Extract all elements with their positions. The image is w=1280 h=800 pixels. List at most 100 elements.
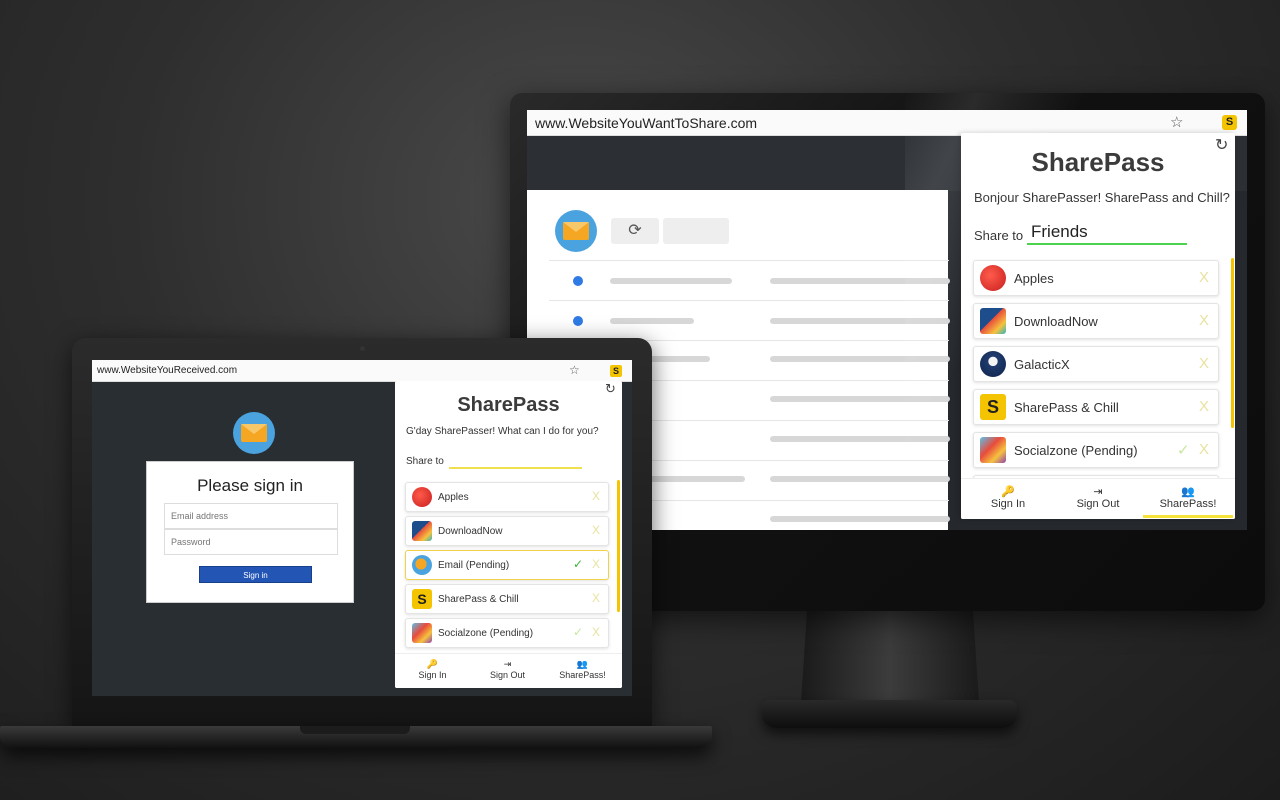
share-item-label: SharePass & Chill — [438, 594, 519, 605]
nav-sign-out[interactable]: ⇥ Sign Out — [470, 654, 545, 680]
key-icon: 🔑 — [426, 659, 439, 669]
sharepass-popup: ↻ SharePass G'day SharePasser! What can … — [395, 381, 622, 688]
list-divider — [549, 260, 949, 261]
greeting-text: G'day SharePasser! What can I do for you… — [406, 426, 599, 437]
share-item-label: GalacticX — [1014, 357, 1070, 372]
refresh-button[interactable]: ⟳ — [611, 218, 659, 244]
nav-label: SharePass! — [559, 670, 606, 680]
share-to-label: Share to — [974, 228, 1024, 243]
sharepass-logo-icon: S — [412, 589, 432, 609]
share-item-label: Apples — [438, 492, 469, 503]
nav-sign-out[interactable]: ⇥ Sign Out — [1053, 479, 1143, 510]
share-item-label: Apples — [1014, 271, 1054, 286]
toolbar-button-placeholder[interactable] — [663, 218, 729, 244]
unread-dot-icon — [573, 316, 583, 326]
email-field[interactable] — [164, 503, 338, 529]
greeting-text: Bonjour SharePasser! SharePass and Chill… — [974, 190, 1230, 205]
mail-logo-icon — [233, 412, 275, 454]
share-item[interactable]: Socialzone (Pending) ✓ X — [973, 432, 1219, 468]
bookmark-star-icon[interactable]: ☆ — [1170, 113, 1183, 131]
list-divider — [549, 300, 949, 301]
apple-icon — [980, 265, 1006, 291]
bookmark-star-icon[interactable]: ☆ — [569, 363, 580, 377]
popup-bottom-nav: 🔑 Sign In ⇥ Sign Out 👥 SharePass! — [961, 478, 1235, 519]
accept-check-icon[interactable]: ✓ — [1177, 441, 1190, 459]
remove-x-icon[interactable]: X — [1199, 398, 1209, 415]
nav-sharepass[interactable]: 👥 SharePass! — [545, 654, 620, 680]
sharepass-logo-icon: S — [980, 394, 1006, 420]
accept-check-icon[interactable]: ✓ — [573, 557, 583, 571]
sign-in-button[interactable]: Sign in — [199, 566, 312, 583]
sign-out-icon: ⇥ — [503, 659, 512, 669]
laptop-screen: www.WebsiteYouReceived.com ☆ S Please si… — [92, 360, 632, 696]
sign-out-icon: ⇥ — [1093, 486, 1103, 498]
list-item-placeholder — [770, 318, 950, 324]
remove-x-icon[interactable]: X — [1199, 441, 1209, 458]
scrollbar-thumb[interactable] — [617, 480, 620, 612]
sharepass-extension-icon[interactable]: S — [1222, 115, 1237, 130]
downloadnow-icon — [980, 308, 1006, 334]
popup-title: SharePass — [1031, 147, 1165, 177]
share-item[interactable]: Apples X — [405, 482, 609, 512]
nav-label: Sign Out — [489, 670, 526, 680]
list-item-placeholder — [770, 278, 950, 284]
remove-x-icon[interactable]: X — [1199, 269, 1209, 286]
list-item-placeholder — [770, 396, 950, 402]
share-item-label: DownloadNow — [1014, 314, 1098, 329]
share-item[interactable]: Email (Pending) ✓ X — [405, 550, 609, 580]
password-field[interactable] — [164, 529, 338, 555]
remove-x-icon[interactable]: X — [592, 557, 600, 571]
scrollbar-thumb[interactable] — [1231, 258, 1234, 428]
list-item-placeholder — [770, 516, 950, 522]
nav-sharepass[interactable]: 👥 SharePass! — [1143, 479, 1233, 510]
monitor-url-text: www.WebsiteYouWantToShare.com — [535, 115, 758, 131]
socialzone-icon — [980, 437, 1006, 463]
monitor-stand-base — [762, 700, 1017, 728]
nav-label: SharePass! — [1159, 498, 1217, 510]
nav-label: Sign In — [418, 670, 447, 680]
share-item[interactable]: S SharePass & Chill X — [405, 584, 609, 614]
sharepass-popup: ↻ SharePass Bonjour SharePasser! SharePa… — [961, 133, 1235, 519]
sharepass-extension-icon[interactable]: S — [610, 365, 622, 377]
share-to-input[interactable] — [449, 451, 582, 469]
share-item-label: Email (Pending) — [438, 560, 510, 571]
signin-card: Please sign in Sign in — [146, 461, 354, 603]
share-item[interactable]: GalacticX X — [973, 346, 1219, 382]
remove-x-icon[interactable]: X — [1199, 355, 1209, 372]
email-icon — [412, 555, 432, 575]
share-to-label: Share to — [406, 456, 444, 467]
laptop-hinge-notch — [300, 726, 410, 734]
socialzone-icon — [412, 623, 432, 643]
list-item-placeholder — [770, 476, 950, 482]
popup-title: SharePass — [457, 394, 560, 416]
users-icon: 👥 — [1181, 486, 1195, 498]
remove-x-icon[interactable]: X — [592, 591, 600, 605]
share-item-label: SharePass & Chill — [1014, 400, 1119, 415]
laptop-address-bar[interactable]: www.WebsiteYouReceived.com ☆ S — [92, 360, 632, 382]
share-item[interactable]: DownloadNow X — [973, 303, 1219, 339]
share-item-label: Socialzone (Pending) — [438, 628, 534, 639]
accept-check-icon[interactable]: ✓ — [573, 625, 583, 639]
nav-sign-in[interactable]: 🔑 Sign In — [395, 654, 470, 680]
nav-label: Sign In — [990, 498, 1026, 510]
share-item-label: DownloadNow — [438, 526, 503, 537]
share-to-input[interactable] — [1027, 221, 1187, 245]
share-item[interactable]: DownloadNow X — [405, 516, 609, 546]
list-item-placeholder — [610, 318, 694, 324]
laptop-url-text: www.WebsiteYouReceived.com — [97, 365, 238, 376]
remove-x-icon[interactable]: X — [592, 523, 600, 537]
webcam-icon — [360, 346, 365, 351]
share-item[interactable]: Socialzone (Pending) ✓ X — [405, 618, 609, 648]
apple-icon — [412, 487, 432, 507]
users-icon: 👥 — [576, 659, 589, 669]
popup-bottom-nav: 🔑 Sign In ⇥ Sign Out 👥 SharePass! — [395, 653, 622, 688]
share-item[interactable]: Apples X — [973, 260, 1219, 296]
share-item[interactable]: S SharePass & Chill X — [973, 389, 1219, 425]
key-icon: 🔑 — [1001, 486, 1015, 498]
remove-x-icon[interactable]: X — [592, 489, 600, 503]
remove-x-icon[interactable]: X — [592, 625, 600, 639]
remove-x-icon[interactable]: X — [1199, 312, 1209, 329]
list-item-placeholder — [770, 356, 950, 362]
share-item-label: Socialzone (Pending) — [1014, 443, 1138, 458]
nav-sign-in[interactable]: 🔑 Sign In — [963, 479, 1053, 510]
